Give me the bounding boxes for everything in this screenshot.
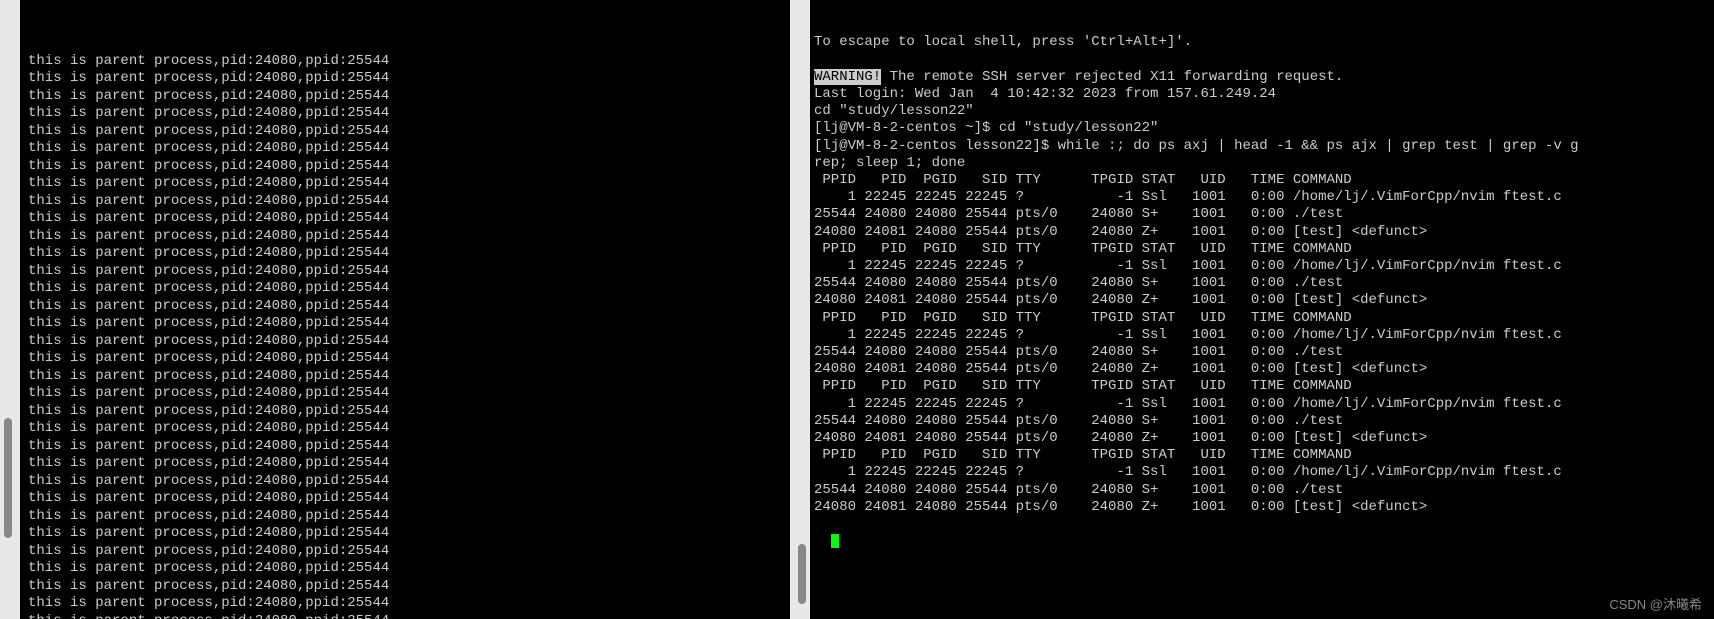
output-line: [lj@VM-8-2-centos lesson22]$ while :; do… — [814, 138, 1714, 155]
watermark-text: CSDN @沐曦希 — [1609, 594, 1702, 613]
ps-row: 25544 24080 24080 25544 pts/0 24080 S+ 1… — [814, 344, 1714, 361]
right-scrollbar-thumb[interactable] — [798, 544, 806, 604]
ps-row: 1 22245 22245 22245 ? -1 Ssl 1001 0:00 /… — [814, 258, 1714, 275]
output-line: this is parent process,pid:24080,ppid:25… — [28, 298, 790, 316]
output-line: this is parent process,pid:24080,ppid:25… — [28, 350, 790, 368]
output-line: this is parent process,pid:24080,ppid:25… — [28, 70, 790, 88]
ps-row: 24080 24081 24080 25544 pts/0 24080 Z+ 1… — [814, 499, 1714, 516]
ps-header: PPID PID PGID SID TTY TPGID STAT UID TIM… — [814, 172, 1714, 189]
warning-line: WARNING! The remote SSH server rejected … — [814, 69, 1714, 86]
output-line: this is parent process,pid:24080,ppid:25… — [28, 543, 790, 561]
ps-row: 24080 24081 24080 25544 pts/0 24080 Z+ 1… — [814, 430, 1714, 447]
left-scrollbar-thumb[interactable] — [4, 418, 12, 538]
output-line: this is parent process,pid:24080,ppid:25… — [28, 245, 790, 263]
pane-divider[interactable] — [790, 0, 810, 619]
output-line: this is parent process,pid:24080,ppid:25… — [28, 420, 790, 438]
left-terminal-pane[interactable]: this is parent process,pid:24080,ppid:25… — [0, 0, 790, 619]
output-line: this is parent process,pid:24080,ppid:25… — [28, 455, 790, 473]
output-line: this is parent process,pid:24080,ppid:25… — [28, 105, 790, 123]
output-line: cd "study/lesson22" — [814, 103, 1714, 120]
ps-row: 25544 24080 24080 25544 pts/0 24080 S+ 1… — [814, 275, 1714, 292]
output-line: Last login: Wed Jan 4 10:42:32 2023 from… — [814, 86, 1714, 103]
ps-row: 24080 24081 24080 25544 pts/0 24080 Z+ 1… — [814, 224, 1714, 241]
output-line: this is parent process,pid:24080,ppid:25… — [28, 595, 790, 613]
ps-header: PPID PID PGID SID TTY TPGID STAT UID TIM… — [814, 378, 1714, 395]
output-line — [814, 52, 1714, 69]
output-line: To escape to local shell, press 'Ctrl+Al… — [814, 34, 1714, 51]
ps-row: 24080 24081 24080 25544 pts/0 24080 Z+ 1… — [814, 361, 1714, 378]
ps-row: 25544 24080 24080 25544 pts/0 24080 S+ 1… — [814, 413, 1714, 430]
ps-row: 24080 24081 24080 25544 pts/0 24080 Z+ 1… — [814, 292, 1714, 309]
output-line: this is parent process,pid:24080,ppid:25… — [28, 578, 790, 596]
output-line: this is parent process,pid:24080,ppid:25… — [28, 490, 790, 508]
output-line: this is parent process,pid:24080,ppid:25… — [28, 210, 790, 228]
output-line: this is parent process,pid:24080,ppid:25… — [28, 473, 790, 491]
ps-header: PPID PID PGID SID TTY TPGID STAT UID TIM… — [814, 447, 1714, 464]
output-line: this is parent process,pid:24080,ppid:25… — [28, 560, 790, 578]
left-scrollbar-track[interactable] — [0, 0, 20, 619]
output-line: this is parent process,pid:24080,ppid:25… — [28, 175, 790, 193]
output-line: this is parent process,pid:24080,ppid:25… — [28, 193, 790, 211]
output-line: this is parent process,pid:24080,ppid:25… — [28, 53, 790, 71]
output-line: this is parent process,pid:24080,ppid:25… — [28, 140, 790, 158]
output-line: rep; sleep 1; done — [814, 155, 1714, 172]
output-line: this is parent process,pid:24080,ppid:25… — [28, 158, 790, 176]
warning-label: WARNING! — [814, 69, 881, 85]
output-line: this is parent process,pid:24080,ppid:25… — [28, 88, 790, 106]
ps-header: PPID PID PGID SID TTY TPGID STAT UID TIM… — [814, 241, 1714, 258]
ps-row: 1 22245 22245 22245 ? -1 Ssl 1001 0:00 /… — [814, 327, 1714, 344]
right-terminal-output: To escape to local shell, press 'Ctrl+Al… — [814, 34, 1714, 516]
output-line: this is parent process,pid:24080,ppid:25… — [28, 403, 790, 421]
output-line: this is parent process,pid:24080,ppid:25… — [28, 613, 790, 619]
ps-row: 25544 24080 24080 25544 pts/0 24080 S+ 1… — [814, 206, 1714, 223]
ps-row: 1 22245 22245 22245 ? -1 Ssl 1001 0:00 /… — [814, 396, 1714, 413]
output-line: this is parent process,pid:24080,ppid:25… — [28, 263, 790, 281]
output-line: this is parent process,pid:24080,ppid:25… — [28, 333, 790, 351]
ps-row: 1 22245 22245 22245 ? -1 Ssl 1001 0:00 /… — [814, 464, 1714, 481]
right-cursor — [831, 534, 839, 548]
output-line: this is parent process,pid:24080,ppid:25… — [28, 315, 790, 333]
output-line: this is parent process,pid:24080,ppid:25… — [28, 228, 790, 246]
output-line: this is parent process,pid:24080,ppid:25… — [28, 385, 790, 403]
output-line: this is parent process,pid:24080,ppid:25… — [28, 123, 790, 141]
output-line: this is parent process,pid:24080,ppid:25… — [28, 525, 790, 543]
output-line: this is parent process,pid:24080,ppid:25… — [28, 508, 790, 526]
right-terminal-pane[interactable]: To escape to local shell, press 'Ctrl+Al… — [810, 0, 1714, 619]
output-line: this is parent process,pid:24080,ppid:25… — [28, 368, 790, 386]
output-line: [lj@VM-8-2-centos ~]$ cd "study/lesson22… — [814, 120, 1714, 137]
ps-header: PPID PID PGID SID TTY TPGID STAT UID TIM… — [814, 310, 1714, 327]
output-line: this is parent process,pid:24080,ppid:25… — [28, 438, 790, 456]
output-line: this is parent process,pid:24080,ppid:25… — [28, 280, 790, 298]
ps-row: 1 22245 22245 22245 ? -1 Ssl 1001 0:00 /… — [814, 189, 1714, 206]
left-terminal-output: this is parent process,pid:24080,ppid:25… — [28, 53, 790, 619]
ps-row: 25544 24080 24080 25544 pts/0 24080 S+ 1… — [814, 482, 1714, 499]
